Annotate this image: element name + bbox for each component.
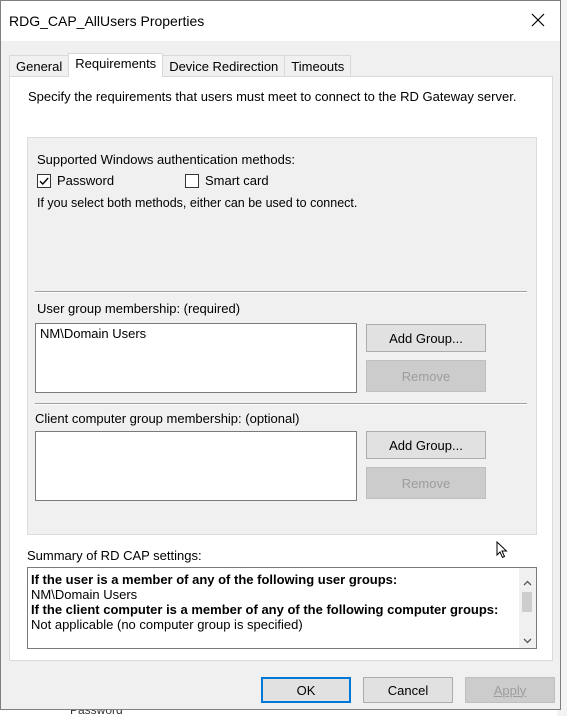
smartcard-label: Smart card (205, 173, 269, 189)
user-group-list[interactable]: NM\Domain Users (35, 323, 357, 393)
mouse-cursor-icon (496, 540, 508, 562)
properties-dialog: RDG_CAP_AllUsers Properties General Requ… (0, 0, 561, 710)
scroll-up-icon[interactable] (523, 574, 532, 589)
list-item[interactable]: NM\Domain Users (36, 324, 356, 343)
ok-button[interactable]: OK (261, 677, 351, 703)
add-client-group-button[interactable]: Add Group... (366, 431, 486, 459)
summary-text: If the user is a member of any of the fo… (31, 572, 513, 632)
title-bar: RDG_CAP_AllUsers Properties (1, 1, 560, 41)
summary-box[interactable]: If the user is a member of any of the fo… (27, 567, 537, 649)
tab-timeouts[interactable]: Timeouts (284, 55, 352, 77)
password-option[interactable]: Password (37, 172, 114, 188)
tab-device-redirection[interactable]: Device Redirection (162, 55, 286, 77)
intro-text: Specify the requirements that users must… (28, 89, 517, 104)
smartcard-checkbox[interactable] (185, 173, 199, 188)
divider-1 (35, 291, 527, 293)
summary-line-user-groups: NM\Domain Users (31, 587, 138, 602)
remove-client-group-button[interactable]: Remove (366, 467, 486, 499)
summary-line-user-groups-heading: If the user is a member of any of the fo… (31, 572, 398, 587)
close-button[interactable] (522, 5, 554, 37)
tab-general[interactable]: General (9, 55, 70, 77)
close-icon (531, 13, 545, 30)
password-label: Password (57, 173, 115, 189)
divider-2 (35, 403, 527, 405)
password-checkbox[interactable] (37, 173, 51, 188)
requirements-panel: Specify the requirements that users must… (9, 76, 553, 661)
client-group-list[interactable] (35, 431, 357, 501)
requirements-group: Supported Windows authentication methods… (27, 137, 537, 535)
cancel-button[interactable]: Cancel (363, 677, 453, 703)
apply-button[interactable]: Apply (465, 677, 555, 703)
scroll-thumb[interactable] (522, 592, 532, 612)
window-title: RDG_CAP_AllUsers Properties (9, 13, 205, 29)
smartcard-option[interactable]: Smart card (185, 172, 269, 188)
tab-strip: General Requirements Device Redirection … (9, 53, 352, 77)
summary-line-computer-groups-heading: If the client computer is a member of an… (31, 602, 499, 617)
summary-label: Summary of RD CAP settings: (27, 548, 202, 563)
remove-user-group-button[interactable]: Remove (366, 360, 486, 392)
tab-requirements[interactable]: Requirements (68, 53, 164, 77)
auth-methods-label: Supported Windows authentication methods… (37, 152, 295, 167)
user-group-label: User group membership: (required) (37, 301, 241, 316)
summary-scrollbar[interactable] (519, 568, 536, 648)
check-icon (39, 177, 49, 185)
both-methods-note: If you select both methods, either can b… (37, 196, 358, 210)
summary-line-computer-groups: Not applicable (no computer group is spe… (31, 617, 303, 632)
client-group-label: Client computer group membership: (optio… (35, 411, 300, 426)
add-user-group-button[interactable]: Add Group... (366, 324, 486, 352)
scroll-down-icon[interactable] (523, 632, 532, 647)
